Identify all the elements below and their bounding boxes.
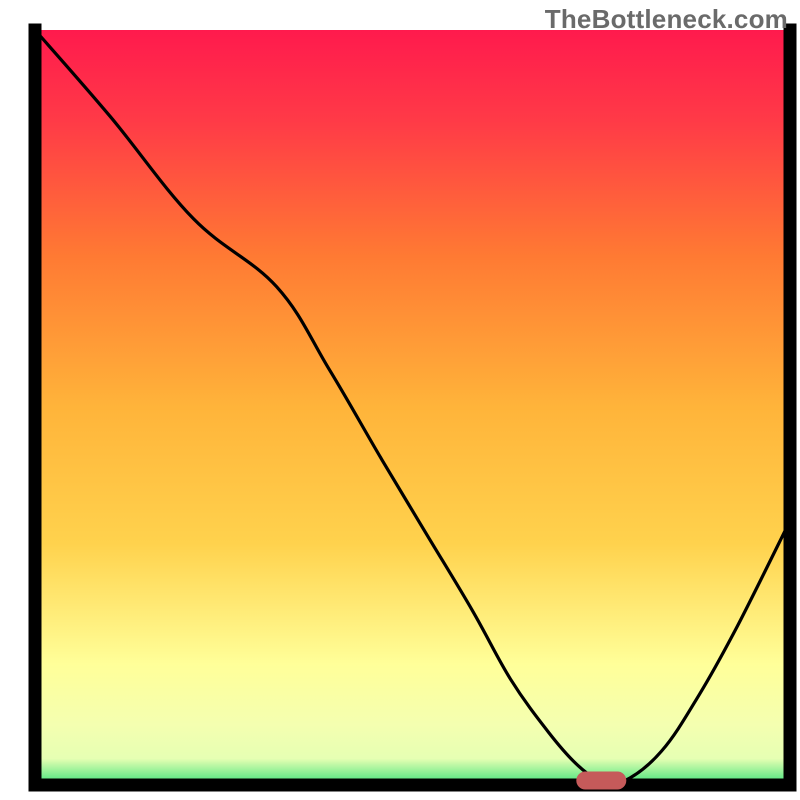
- gradient-background: [35, 30, 790, 785]
- plot-area: [35, 30, 790, 790]
- chart-svg: [0, 0, 800, 800]
- watermark-text: TheBottleneck.com: [545, 4, 788, 35]
- optimal-point-marker: [576, 772, 626, 790]
- chart-container: TheBottleneck.com: [0, 0, 800, 800]
